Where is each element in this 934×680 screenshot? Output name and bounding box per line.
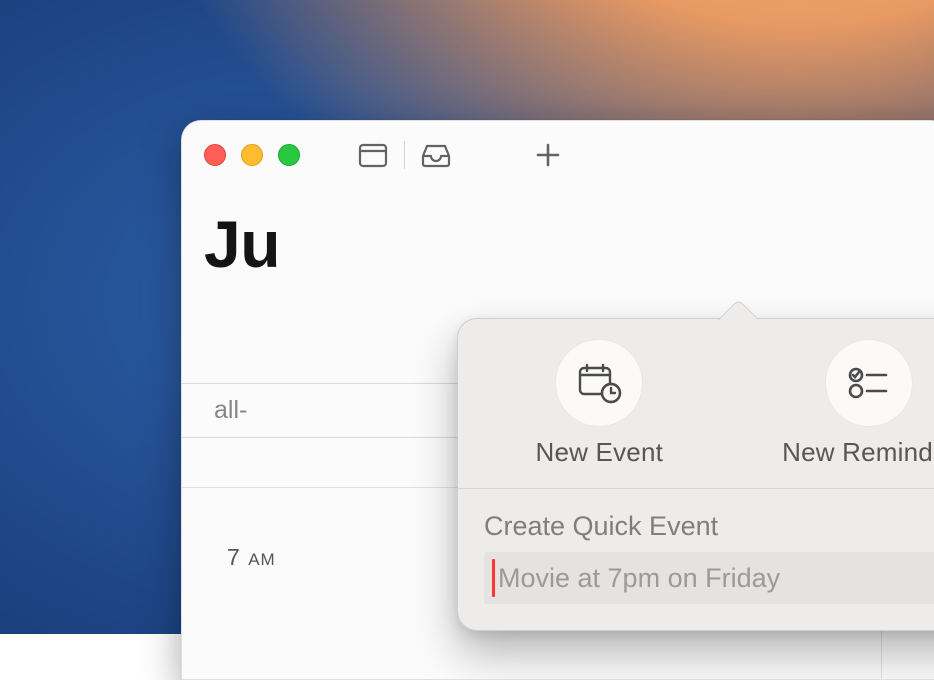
titlebar — [182, 121, 934, 189]
hour-period: AM — [248, 550, 276, 569]
new-event-icon-circle — [555, 339, 643, 427]
plus-icon — [535, 142, 561, 168]
reminder-list-icon — [846, 363, 892, 403]
quick-event-label: Create Quick Event — [458, 489, 934, 552]
hour-number: 7 — [227, 544, 240, 570]
toolbar-separator — [404, 141, 405, 169]
new-event-label: New Event — [536, 437, 664, 468]
text-caret — [492, 559, 495, 597]
inbox-button[interactable] — [407, 136, 465, 174]
calendar-window: Ju all- ... ... 7 AM — [181, 120, 934, 680]
calendar-icon — [358, 141, 388, 169]
add-button[interactable] — [519, 136, 577, 174]
zoom-button[interactable] — [278, 144, 300, 166]
window-controls — [204, 144, 300, 166]
calendar-toggle-button[interactable] — [344, 136, 402, 174]
close-button[interactable] — [204, 144, 226, 166]
new-event-option[interactable]: New Event — [536, 339, 664, 468]
month-title: Ju — [204, 206, 280, 282]
minimize-button[interactable] — [241, 144, 263, 166]
new-reminder-label: New Reminder — [782, 437, 934, 468]
all-day-label: all- — [214, 396, 247, 425]
calendar-clock-icon — [576, 362, 622, 404]
add-popover: New Event New Reminder — [457, 318, 934, 631]
popover-options: New Event New Reminder — [458, 319, 934, 476]
quick-event-field[interactable] — [484, 552, 934, 604]
hour-label: 7 AM — [227, 544, 276, 571]
quick-event-input[interactable] — [484, 552, 934, 604]
new-reminder-option[interactable]: New Reminder — [782, 339, 934, 468]
new-reminder-icon-circle — [825, 339, 913, 427]
inbox-icon — [420, 142, 452, 168]
